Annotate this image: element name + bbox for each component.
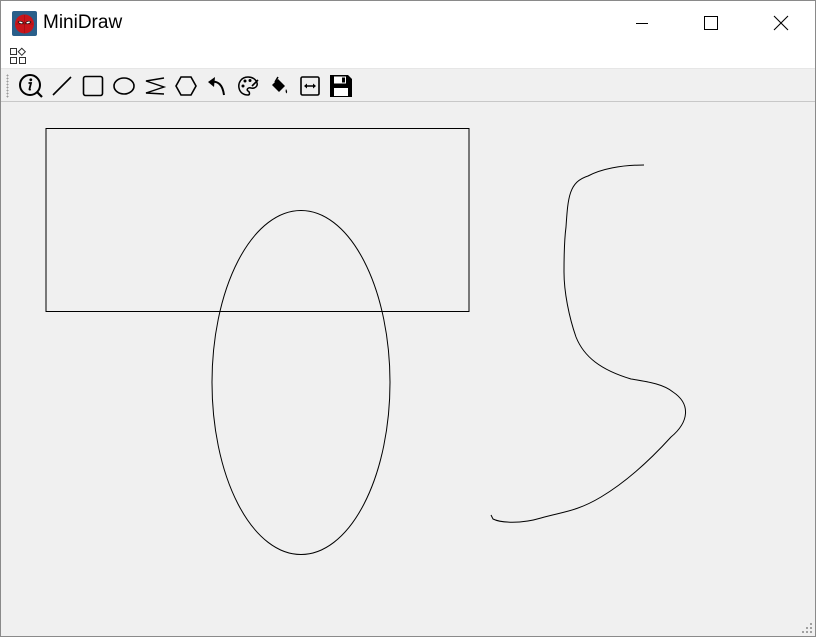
fill-button[interactable]	[264, 71, 294, 101]
polygon-tool-button[interactable]	[171, 71, 201, 101]
app-logo-icon	[12, 11, 37, 36]
freehand-icon	[145, 77, 167, 95]
menu-bar	[1, 45, 815, 68]
rectangle-tool-button[interactable]	[78, 71, 108, 101]
close-icon	[773, 15, 789, 31]
app-window: MiniDraw	[0, 0, 816, 637]
minimize-icon	[636, 23, 648, 24]
line-icon	[52, 76, 72, 96]
color-button[interactable]	[233, 71, 263, 101]
undo-button[interactable]	[202, 71, 232, 101]
line-tool-button[interactable]	[47, 71, 77, 101]
canvas-drawing	[45, 128, 686, 555]
drawing-canvas[interactable]	[1, 102, 815, 636]
ellipse-icon	[113, 77, 135, 95]
menu-grid-icon[interactable]	[9, 47, 27, 65]
drawn-ellipse[interactable]	[211, 210, 391, 555]
rectangle-icon	[82, 75, 104, 97]
close-button[interactable]	[758, 1, 804, 45]
toolbar-grip[interactable]	[6, 74, 9, 98]
info-icon	[19, 74, 43, 98]
save-icon	[330, 75, 352, 97]
polygon-icon	[175, 76, 197, 96]
save-button[interactable]	[326, 71, 356, 101]
palette-icon	[238, 76, 259, 96]
resize-grip-icon[interactable]	[801, 622, 813, 634]
toolbar	[1, 68, 815, 102]
ellipse-tool-button[interactable]	[109, 71, 139, 101]
drawn-freehand-stroke[interactable]	[490, 164, 686, 523]
fill-bucket-icon	[272, 76, 288, 94]
line-width-button[interactable]	[295, 71, 325, 101]
about-button[interactable]	[16, 71, 46, 101]
maximize-button[interactable]	[688, 1, 734, 45]
undo-icon	[208, 77, 225, 96]
freehand-tool-button[interactable]	[140, 71, 170, 101]
maximize-icon	[704, 16, 718, 30]
title-bar[interactable]: MiniDraw	[1, 1, 815, 45]
width-icon	[300, 76, 320, 96]
drawn-rectangle[interactable]	[45, 128, 470, 312]
window-title: MiniDraw	[43, 12, 123, 33]
minimize-button[interactable]	[619, 1, 665, 45]
